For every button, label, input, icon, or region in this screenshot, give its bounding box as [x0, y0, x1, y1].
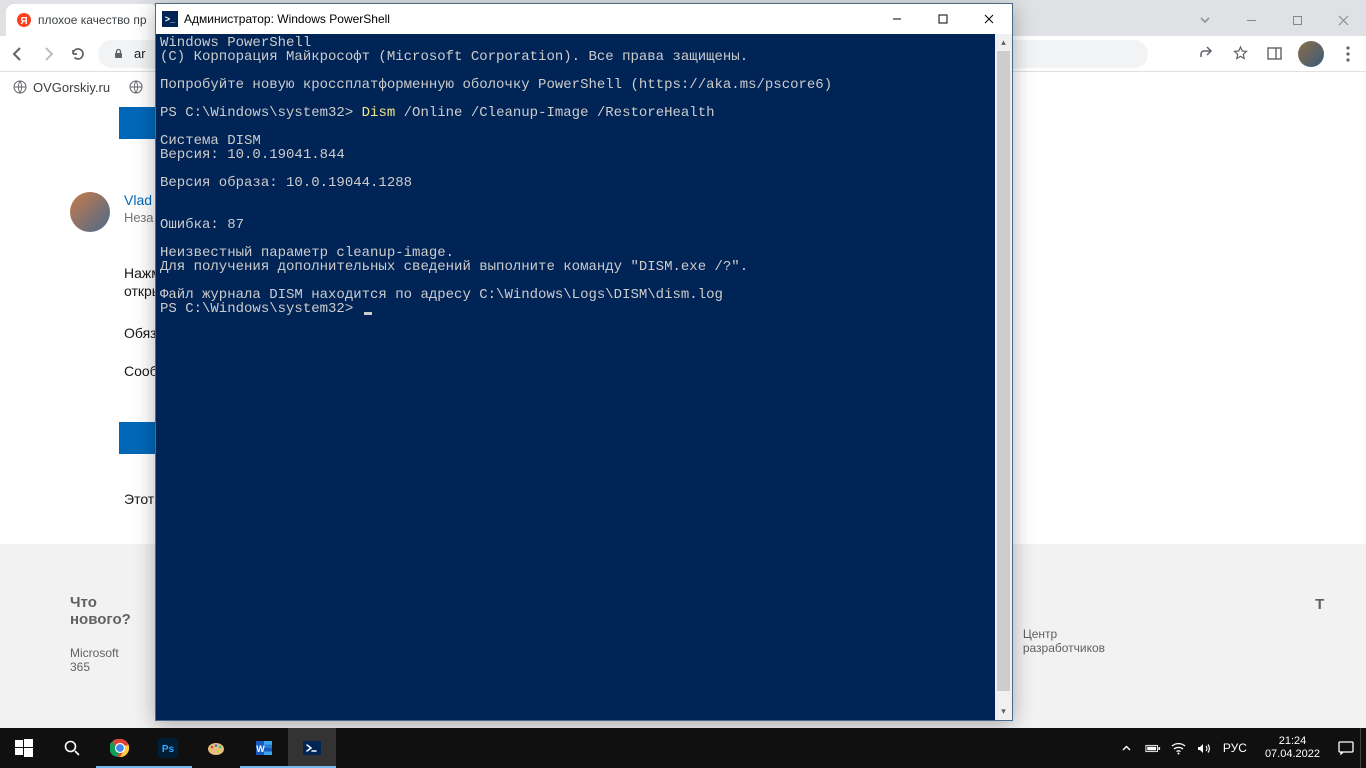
chrome-menu-icon[interactable] — [1338, 44, 1358, 64]
bookmark-star-icon[interactable] — [1230, 44, 1250, 64]
ps-minimize-button[interactable] — [874, 4, 920, 34]
tray-language[interactable]: РУС — [1223, 741, 1247, 755]
terminal-prompt: PS C:\Windows\system32> — [160, 105, 362, 121]
forward-button[interactable] — [38, 44, 58, 64]
powershell-icon: >_ — [162, 11, 178, 27]
globe-icon — [12, 79, 28, 95]
chrome-close-button[interactable] — [1320, 4, 1366, 36]
tray-date: 07.04.2022 — [1265, 748, 1320, 761]
footer-link[interactable]: Центр разработчиков — [1023, 627, 1105, 655]
terminal-command: Dism — [362, 105, 396, 121]
chrome-chevron-icon[interactable] — [1182, 4, 1228, 36]
show-desktop-button[interactable] — [1360, 728, 1366, 768]
tray-clock[interactable]: 21:24 07.04.2022 — [1257, 735, 1328, 761]
terminal-line: Попробуйте новую кроссплатформенную обол… — [160, 77, 832, 93]
terminal-prompt: PS C:\Windows\system32> — [160, 301, 362, 317]
powershell-titlebar[interactable]: >_ Администратор: Windows PowerShell — [156, 4, 1012, 34]
yandex-favicon-icon: Я — [16, 12, 32, 28]
svg-text:Я: Я — [20, 16, 27, 27]
side-panel-icon[interactable] — [1264, 44, 1284, 64]
ps-close-button[interactable] — [966, 4, 1012, 34]
photoshop-icon: Ps — [157, 737, 179, 759]
browser-tab-title: плохое качество пр — [38, 13, 147, 27]
terminal-line: Версия образа: 10.0.19044.1288 — [160, 175, 412, 191]
browser-tab-active[interactable]: Я плохое качество пр — [6, 4, 157, 36]
taskbar-powershell[interactable] — [288, 728, 336, 768]
tray-wifi-icon[interactable] — [1171, 740, 1187, 756]
profile-avatar[interactable] — [1298, 41, 1324, 67]
ps-maximize-button[interactable] — [920, 4, 966, 34]
tray-battery-icon[interactable] — [1145, 740, 1161, 756]
omnibox-text: ar — [134, 46, 146, 61]
bookmark-ovgorskiy[interactable]: OVGorskiy.ru — [12, 79, 110, 95]
post-author-avatar[interactable] — [70, 192, 110, 232]
chrome-maximize-button[interactable] — [1274, 4, 1320, 36]
windows-logo-icon — [13, 737, 35, 759]
terminal-line: Версия: 10.0.19041.844 — [160, 147, 345, 163]
terminal-line: Для получения дополнительных сведений вы… — [160, 259, 748, 275]
word-icon: W — [253, 737, 275, 759]
scroll-up-arrow-icon[interactable]: ▴ — [995, 34, 1012, 51]
share-icon[interactable] — [1196, 44, 1216, 64]
windows-taskbar: Ps W РУС 21:24 07.04.2022 — [0, 728, 1366, 768]
search-icon — [61, 737, 83, 759]
terminal-line: (C) Корпорация Майкрософт (Microsoft Cor… — [160, 49, 748, 65]
globe-icon — [128, 79, 144, 95]
tray-notifications-icon[interactable] — [1338, 740, 1354, 756]
scroll-thumb[interactable] — [997, 51, 1010, 691]
tray-volume-icon[interactable] — [1197, 740, 1213, 756]
powershell-title: Администратор: Windows PowerShell — [184, 12, 390, 26]
svg-text:W: W — [256, 744, 265, 754]
footer-text: T — [1315, 596, 1324, 613]
tray-chevron-up-icon[interactable] — [1119, 740, 1135, 756]
chrome-window-controls — [1182, 4, 1366, 36]
taskbar-search-button[interactable] — [48, 728, 96, 768]
chrome-icon — [109, 737, 131, 759]
footer-link[interactable]: Microsoft 365 — [70, 646, 131, 674]
svg-text:Ps: Ps — [162, 744, 175, 755]
tray-time: 21:24 — [1265, 735, 1320, 748]
paint-icon — [205, 737, 227, 759]
taskbar-chrome[interactable] — [96, 728, 144, 768]
footer-heading: Что нового? — [70, 594, 131, 628]
start-button[interactable] — [0, 728, 48, 768]
taskbar-photoshop[interactable]: Ps — [144, 728, 192, 768]
scroll-down-arrow-icon[interactable]: ▾ — [995, 703, 1012, 720]
chrome-minimize-button[interactable] — [1228, 4, 1274, 36]
powershell-window[interactable]: >_ Администратор: Windows PowerShell Win… — [155, 3, 1013, 721]
terminal-cursor — [364, 312, 372, 315]
bookmark-label: OVGorskiy.ru — [33, 80, 110, 95]
system-tray: РУС 21:24 07.04.2022 — [1113, 728, 1360, 768]
reload-button[interactable] — [68, 44, 88, 64]
bookmark-item-2[interactable] — [128, 79, 144, 95]
taskbar-paint[interactable] — [192, 728, 240, 768]
powershell-scrollbar[interactable]: ▴ ▾ — [995, 34, 1012, 720]
terminal-line: Ошибка: 87 — [160, 217, 244, 233]
powershell-taskbar-icon — [301, 737, 323, 759]
taskbar-word[interactable]: W — [240, 728, 288, 768]
terminal-args: /Online /Cleanup-Image /RestoreHealth — [395, 105, 714, 121]
back-button[interactable] — [8, 44, 28, 64]
lock-icon — [108, 44, 128, 64]
powershell-terminal-body[interactable]: Windows PowerShell (C) Корпорация Майкро… — [156, 34, 995, 720]
post-author-link[interactable]: Vlad — [124, 192, 152, 208]
